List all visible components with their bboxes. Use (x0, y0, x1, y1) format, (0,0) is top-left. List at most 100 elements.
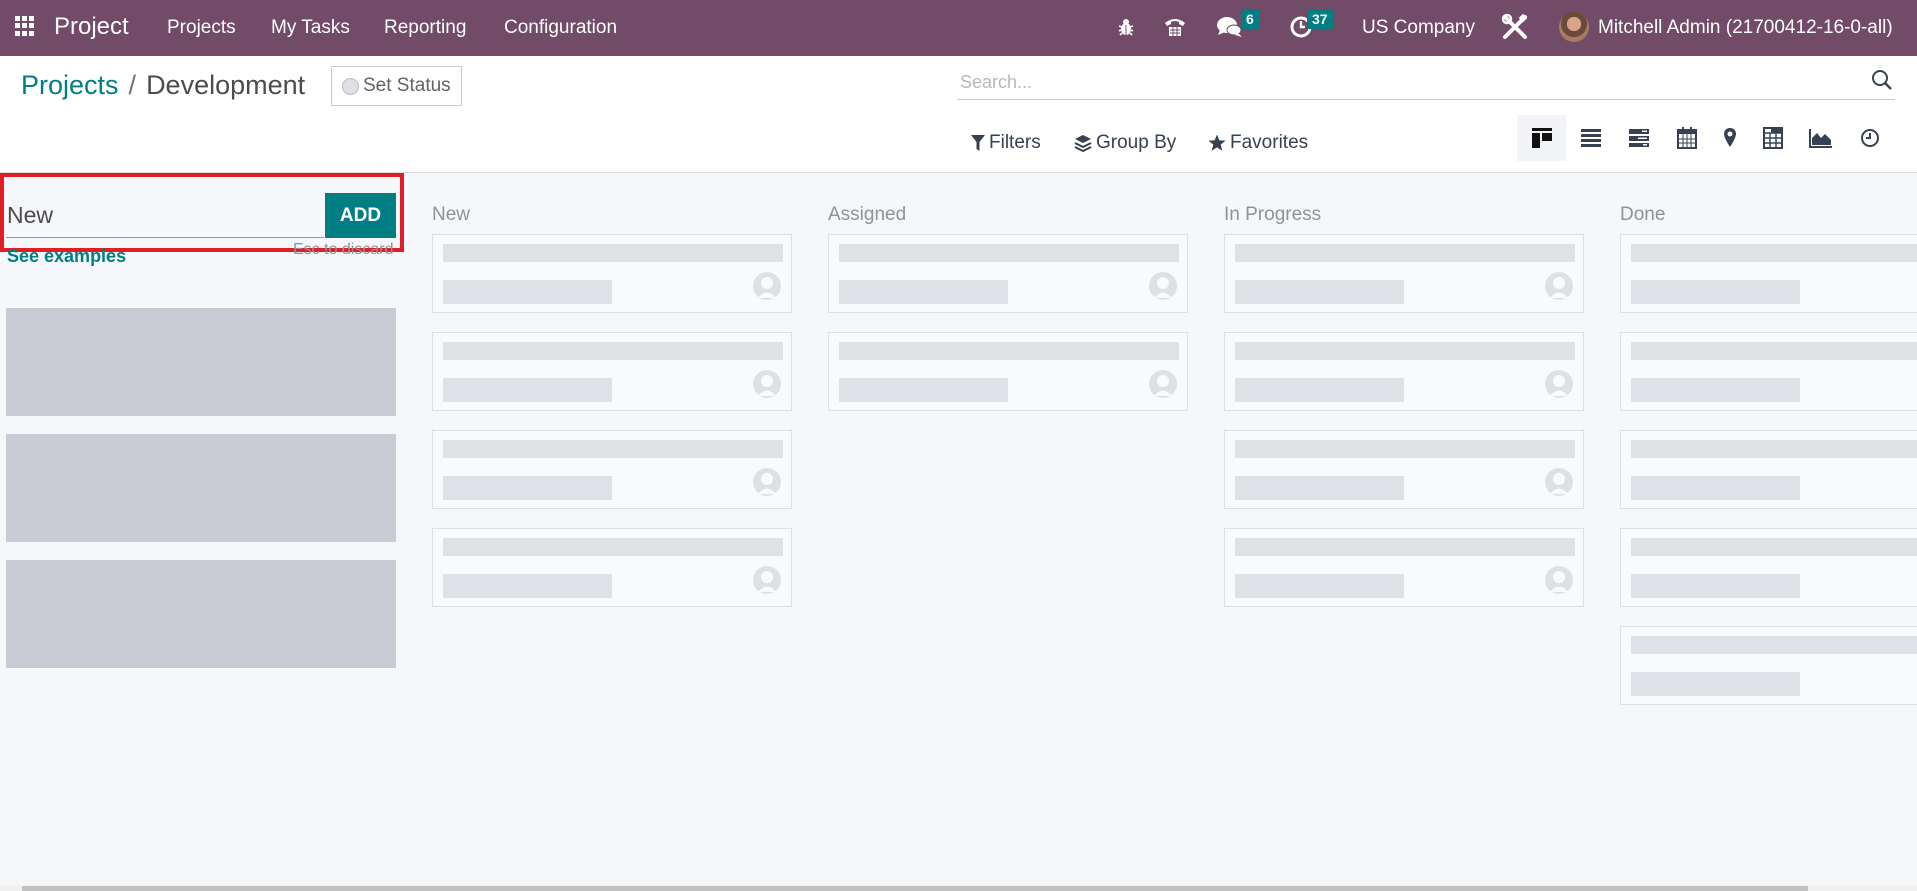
breadcrumb-current: Development (146, 70, 306, 100)
avatar-placeholder-icon (1544, 369, 1574, 399)
placeholder-card (828, 332, 1188, 411)
placeholder-card (1620, 626, 1917, 705)
view-kanban-button[interactable] (1517, 115, 1566, 161)
placeholder-subtitle-bar (1235, 280, 1404, 304)
new-stage-input[interactable] (6, 193, 324, 238)
kanban-view-icon (1531, 128, 1552, 148)
placeholder-title-bar (1631, 244, 1917, 262)
placeholder-subtitle-bar (443, 378, 612, 402)
placeholder-subtitle-bar (839, 280, 1008, 304)
debug-bug-icon[interactable] (1116, 12, 1136, 42)
filter-icon (971, 135, 985, 151)
breadcrumb-separator: / (128, 70, 137, 100)
app-name[interactable]: Project (54, 13, 129, 41)
company-switcher[interactable]: US Company (1362, 17, 1475, 39)
search-input[interactable] (957, 67, 1857, 97)
area-chart-icon (1808, 129, 1832, 148)
column-title: New (432, 204, 471, 225)
placeholder-title-bar (1235, 244, 1575, 262)
map-pin-icon (1723, 128, 1736, 147)
add-stage-button[interactable]: ADD (325, 193, 396, 238)
placeholder-card (432, 528, 792, 607)
pivot-table-icon (1762, 127, 1783, 149)
view-list-button[interactable] (1566, 115, 1615, 161)
apps-grid-icon[interactable] (15, 16, 35, 36)
placeholder-card (432, 234, 792, 313)
messages-count-badge: 6 (1241, 9, 1259, 29)
search-icon[interactable] (1871, 69, 1895, 93)
placeholder-subtitle-bar (1631, 476, 1800, 500)
see-examples-link[interactable]: See examples (7, 246, 126, 267)
avatar-placeholder-icon (1148, 369, 1178, 399)
avatar-placeholder-icon (1544, 467, 1574, 497)
menu-my-tasks[interactable]: My Tasks (271, 17, 350, 39)
phone-icon[interactable] (1163, 12, 1187, 42)
calendar-view-icon (1676, 127, 1697, 149)
placeholder-card (1224, 430, 1584, 509)
group-by-label: Group By (1096, 132, 1177, 153)
menu-reporting[interactable]: Reporting (384, 17, 466, 39)
placeholder-subtitle-bar (1235, 574, 1404, 598)
placeholder-subtitle-bar (1631, 378, 1800, 402)
view-gantt-button[interactable] (1614, 115, 1663, 161)
view-activity-button[interactable] (1845, 115, 1894, 161)
breadcrumb-projects-link[interactable]: Projects (21, 70, 119, 100)
placeholder-card (1224, 332, 1584, 411)
horizontal-scrollbar[interactable] (0, 885, 1917, 891)
menu-projects[interactable]: Projects (167, 17, 236, 39)
filters-button[interactable]: Filters (971, 128, 1041, 158)
placeholder-card (1620, 528, 1917, 607)
layers-icon (1074, 135, 1092, 152)
status-circle-icon (342, 77, 359, 95)
favorites-button[interactable]: Favorites (1208, 128, 1308, 158)
avatar-placeholder-icon (752, 369, 782, 399)
list-view-icon (1580, 129, 1601, 147)
placeholder-title-bar (1631, 342, 1917, 360)
set-status-label: Set Status (363, 75, 451, 96)
filters-label: Filters (989, 132, 1041, 153)
placeholder-card (1224, 234, 1584, 313)
menu-configuration[interactable]: Configuration (504, 17, 617, 39)
view-calendar-button[interactable] (1662, 115, 1711, 161)
placeholder-card (432, 332, 792, 411)
avatar-placeholder-icon (1148, 271, 1178, 301)
tools-icon[interactable] (1500, 12, 1530, 42)
avatar-placeholder-icon (752, 565, 782, 595)
activities-count-badge: 37 (1307, 9, 1333, 29)
user-avatar[interactable] (1559, 12, 1589, 42)
placeholder-card (432, 430, 792, 509)
placeholder-title-bar (443, 538, 783, 556)
group-by-button[interactable]: Group By (1074, 128, 1176, 158)
set-status-button[interactable]: Set Status (331, 66, 462, 106)
column-title: Done (1620, 204, 1666, 225)
view-pivot-button[interactable] (1748, 115, 1797, 161)
scrollbar-thumb[interactable] (22, 886, 1808, 891)
search-bar (957, 67, 1895, 100)
placeholder-subtitle-bar (443, 476, 612, 500)
column-title: Assigned (828, 204, 907, 225)
ghost-column-placeholder (6, 560, 396, 668)
view-graph-button[interactable] (1796, 115, 1845, 161)
avatar-placeholder-icon (1544, 271, 1574, 301)
placeholder-card (1620, 332, 1917, 411)
placeholder-subtitle-bar (1631, 280, 1800, 304)
user-menu[interactable]: Mitchell Admin (21700412-16-0-all) (1598, 17, 1893, 39)
ghost-column-placeholder (6, 308, 396, 416)
placeholder-subtitle-bar (443, 280, 612, 304)
column-title: In Progress (1224, 204, 1322, 225)
view-map-button[interactable] (1705, 115, 1754, 161)
avatar-placeholder-icon (1544, 565, 1574, 595)
placeholder-card (1620, 430, 1917, 509)
placeholder-subtitle-bar (839, 378, 1008, 402)
placeholder-title-bar (1235, 440, 1575, 458)
control-panel: Projects/Development Set Status Filters … (0, 56, 1917, 173)
placeholder-subtitle-bar (1631, 672, 1800, 696)
clock-icon (1860, 129, 1879, 147)
placeholder-card (1620, 234, 1917, 313)
placeholder-title-bar (839, 244, 1179, 262)
breadcrumb: Projects / Development (21, 70, 305, 101)
avatar-placeholder-icon (752, 467, 782, 497)
placeholder-title-bar (443, 342, 783, 360)
placeholder-subtitle-bar (1235, 476, 1404, 500)
chat-icon[interactable] (1216, 12, 1244, 42)
